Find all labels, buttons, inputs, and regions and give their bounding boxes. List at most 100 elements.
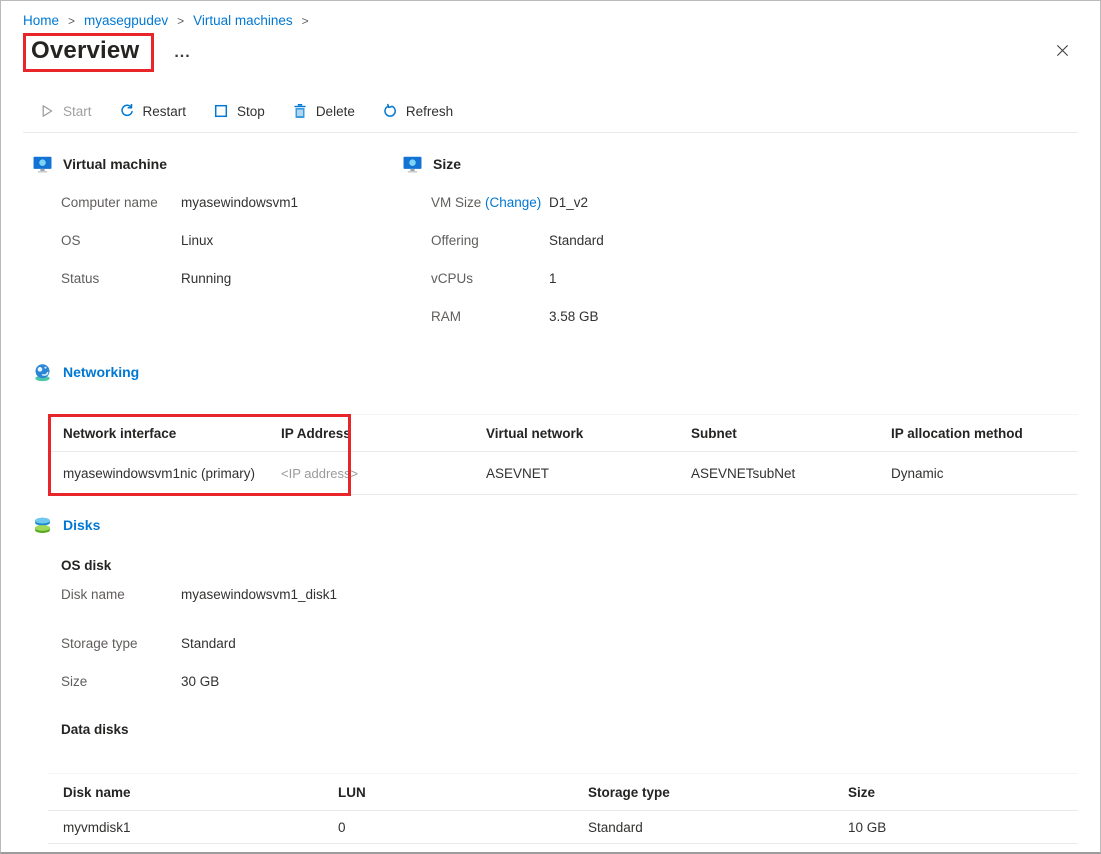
field-label: OS xyxy=(61,233,181,248)
column-header: Storage type xyxy=(573,785,833,800)
field-label: Size xyxy=(61,674,181,689)
field-offering: Offering Standard xyxy=(431,221,1078,259)
field-ram: RAM 3.58 GB xyxy=(431,297,1078,335)
column-header: IP Address xyxy=(266,426,471,441)
breadcrumb-link-device[interactable]: myasegpudev xyxy=(84,13,168,28)
field-label: Status xyxy=(61,271,181,286)
disks-icon xyxy=(33,516,52,535)
column-header: Network interface xyxy=(48,426,266,441)
networking-table-header: Network interface IP Address Virtual net… xyxy=(48,415,1078,452)
networking-section-header: Networking xyxy=(33,361,1078,383)
field-disk-size: Size 30 GB xyxy=(61,662,1078,700)
change-size-link[interactable]: (Change) xyxy=(485,195,541,210)
field-label: RAM xyxy=(431,309,549,324)
field-value: Standard xyxy=(549,233,604,248)
disks-link[interactable]: Disks xyxy=(63,517,100,533)
field-value: 1 xyxy=(549,271,557,286)
disk-name-cell: myvmdisk1 xyxy=(48,820,323,835)
size-cell: 10 GB xyxy=(833,820,1078,835)
restart-button-label: Restart xyxy=(143,104,187,119)
column-header: Subnet xyxy=(676,426,876,441)
disks-section-header: Disks xyxy=(33,514,1078,536)
breadcrumb-separator: > xyxy=(68,14,75,28)
field-label: Storage type xyxy=(61,636,181,651)
column-header: IP allocation method xyxy=(876,426,1078,441)
field-value: 3.58 GB xyxy=(549,309,599,324)
data-disks-table-header: Disk name LUN Storage type Size xyxy=(48,774,1078,811)
breadcrumb-separator: > xyxy=(177,14,184,28)
column-header: Disk name xyxy=(48,785,323,800)
ip-address-cell: <IP address> xyxy=(266,466,471,481)
field-label: Offering xyxy=(431,233,549,248)
column-header: LUN xyxy=(323,785,573,800)
section-title: Size xyxy=(433,156,461,172)
close-icon xyxy=(1055,46,1070,61)
field-value: Linux xyxy=(181,233,213,248)
lun-cell: 0 xyxy=(323,820,573,835)
field-computer-name: Computer name myasewindowsvm1 xyxy=(61,183,393,221)
network-interface-cell: myasewindowsvm1nic (primary) xyxy=(48,466,266,481)
delete-button-label: Delete xyxy=(316,104,355,119)
ip-allocation-cell: Dynamic xyxy=(876,466,1078,481)
breadcrumb-link-virtual-machines[interactable]: Virtual machines xyxy=(193,13,293,28)
title-row: Overview ... xyxy=(23,33,1078,72)
networking-globe-icon xyxy=(33,363,52,382)
data-disk-row: myvmdisk1 0 Standard 10 GB xyxy=(48,811,1078,844)
column-header: Virtual network xyxy=(471,426,676,441)
vm-overview-pane: Home > myasegpudev > Virtual machines > … xyxy=(0,0,1101,854)
field-value: 30 GB xyxy=(181,674,219,689)
breadcrumb-separator: > xyxy=(302,14,309,28)
field-label: Computer name xyxy=(61,195,181,210)
play-icon xyxy=(39,103,55,119)
field-disk-name: Disk name myasewindowsvm1_disk1 xyxy=(61,575,1078,613)
field-vcpus: vCPUs 1 xyxy=(431,259,1078,297)
os-disk-fields: Disk name myasewindowsvm1_disk1 Storage … xyxy=(23,575,1078,700)
virtual-machine-section: Virtual machine Computer name myasewindo… xyxy=(23,153,393,335)
refresh-button-label: Refresh xyxy=(406,104,453,119)
stop-button[interactable]: Stop xyxy=(213,103,265,119)
field-value: myasewindowsvm1_disk1 xyxy=(181,587,337,602)
restart-icon xyxy=(119,103,135,119)
stop-button-label: Stop xyxy=(237,104,265,119)
networking-table: Network interface IP Address Virtual net… xyxy=(48,414,1078,495)
field-os: OS Linux xyxy=(61,221,393,259)
more-menu-button[interactable]: ... xyxy=(170,41,194,65)
column-header: Size xyxy=(833,785,1078,800)
restart-button[interactable]: Restart xyxy=(119,103,187,119)
refresh-button[interactable]: Refresh xyxy=(382,103,453,119)
delete-button[interactable]: Delete xyxy=(292,103,355,119)
storage-type-cell: Standard xyxy=(573,820,833,835)
networking-link[interactable]: Networking xyxy=(63,364,139,380)
field-status: Status Running xyxy=(61,259,393,297)
field-vm-size: VM Size (Change) D1_v2 xyxy=(431,183,1078,221)
summary-sections: Virtual machine Computer name myasewindo… xyxy=(23,153,1078,335)
field-value: myasewindowsvm1 xyxy=(181,195,298,210)
field-storage-type: Storage type Standard xyxy=(61,624,1078,662)
virtual-machine-icon xyxy=(33,155,52,174)
trash-icon xyxy=(292,103,308,119)
refresh-icon xyxy=(382,103,398,119)
section-title: Virtual machine xyxy=(63,156,167,172)
subnet-cell: ASEVNETsubNet xyxy=(676,466,876,481)
networking-table-row: myasewindowsvm1nic (primary) <IP address… xyxy=(48,452,1078,495)
breadcrumb: Home > myasegpudev > Virtual machines > xyxy=(23,13,1078,28)
field-value: Running xyxy=(181,271,231,286)
field-label: vCPUs xyxy=(431,271,549,286)
breadcrumb-link-home[interactable]: Home xyxy=(23,13,59,28)
field-label: Disk name xyxy=(61,587,181,602)
start-button-label: Start xyxy=(63,104,92,119)
virtual-network-cell: ASEVNET xyxy=(471,466,676,481)
title-highlight-box: Overview xyxy=(23,33,154,72)
data-disks-heading: Data disks xyxy=(61,722,1078,737)
size-section: Size VM Size (Change) D1_v2 Offering Sta… xyxy=(393,153,1078,335)
close-button[interactable] xyxy=(1051,39,1074,62)
page-title: Overview xyxy=(31,37,139,65)
stop-icon xyxy=(213,103,229,119)
data-disks-table: Disk name LUN Storage type Size myvmdisk… xyxy=(48,773,1078,844)
toolbar: Start Restart Stop Delete xyxy=(23,94,1078,133)
os-disk-heading: OS disk xyxy=(61,558,1078,573)
field-value: Standard xyxy=(181,636,236,651)
size-icon xyxy=(403,155,422,174)
start-button[interactable]: Start xyxy=(39,103,92,119)
field-value: D1_v2 xyxy=(549,195,588,210)
